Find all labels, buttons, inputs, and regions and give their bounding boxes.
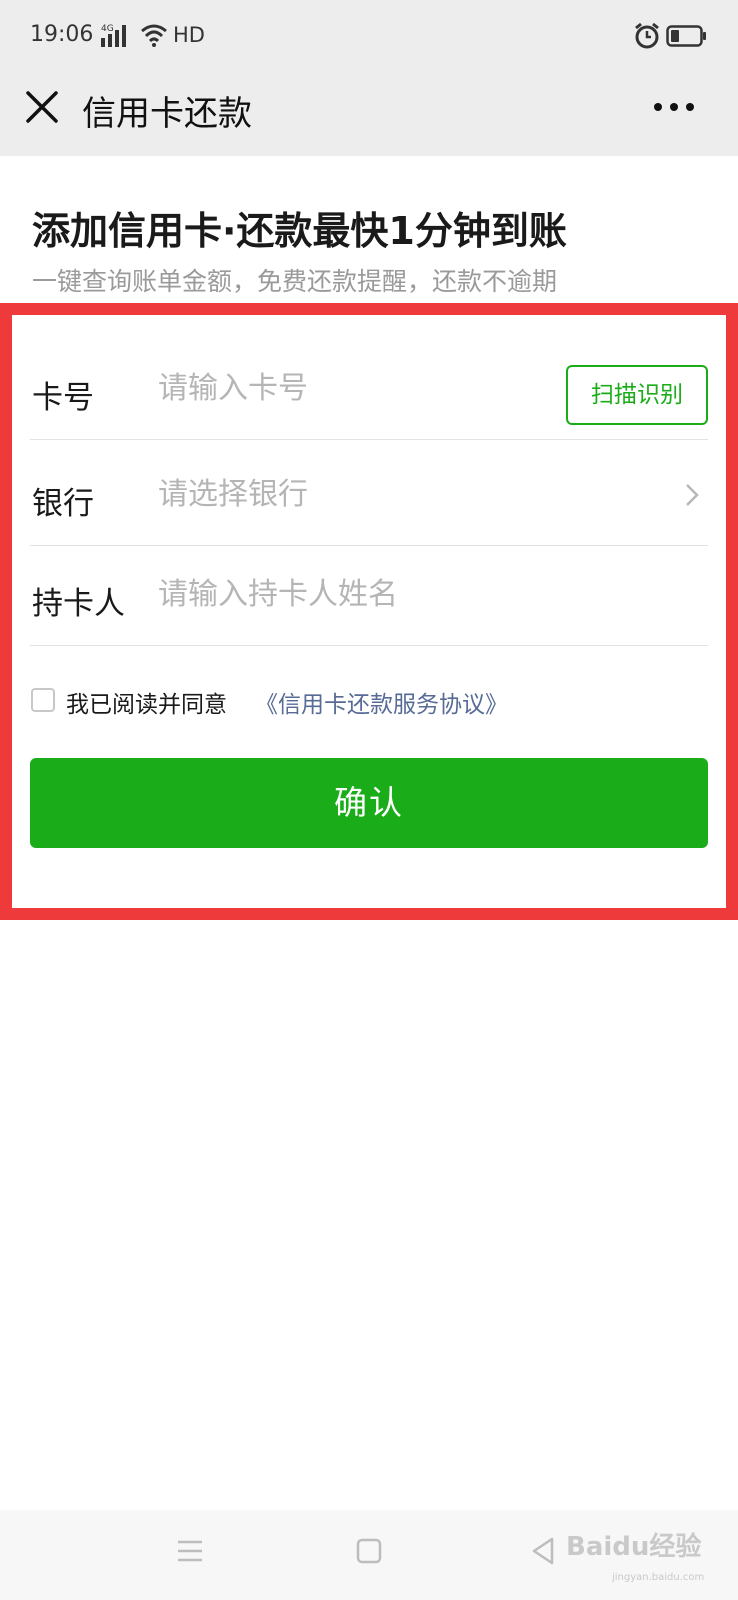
watermark-sub: jingyan.baidu.com [612,1572,705,1583]
card-number-row: 卡号 扫描识别 [30,340,708,440]
home-icon[interactable] [356,1538,382,1564]
bottom-nav: Baidu经验 jingyan.baidu.com [0,1510,738,1600]
watermark: Baidu经验 [566,1532,702,1562]
holder-input[interactable] [158,572,558,616]
signal-icon: 4G [101,24,126,47]
headline: 添加信用卡·还款最快1分钟到账 [32,209,567,253]
holder-row: 持卡人 [30,546,708,646]
status-time: 19:06 [30,22,94,47]
bank-label: 银行 [32,486,94,522]
agreement-checkbox[interactable] [31,688,55,712]
menu-icon[interactable] [176,1538,204,1564]
card-number-input[interactable] [158,366,558,410]
bank-select[interactable] [158,472,558,516]
wifi-icon [141,24,167,47]
bank-row[interactable]: 银行 [30,446,708,546]
title-bar: 信用卡还款 [0,72,738,156]
close-icon[interactable] [22,87,62,127]
network-type: 4G [101,24,114,34]
alarm-icon [635,22,659,49]
subline: 一键查询账单金额，免费还款提醒，还款不逾期 [32,267,558,296]
status-bar: 19:06 4G HD [0,0,738,72]
more-icon[interactable] [652,92,696,122]
chevron-right-icon [686,484,699,506]
agreement-text: 我已阅读并同意 [66,692,227,718]
battery-icon [666,25,706,47]
confirm-button[interactable]: 确认 [30,758,708,848]
card-number-label: 卡号 [32,380,94,416]
agreement-link[interactable]: 《信用卡还款服务协议》 [255,685,508,719]
holder-label: 持卡人 [32,586,125,622]
back-icon[interactable] [530,1536,556,1566]
hd-label: HD [173,23,205,47]
page-title: 信用卡还款 [82,94,252,134]
scan-button[interactable]: 扫描识别 [566,365,708,425]
